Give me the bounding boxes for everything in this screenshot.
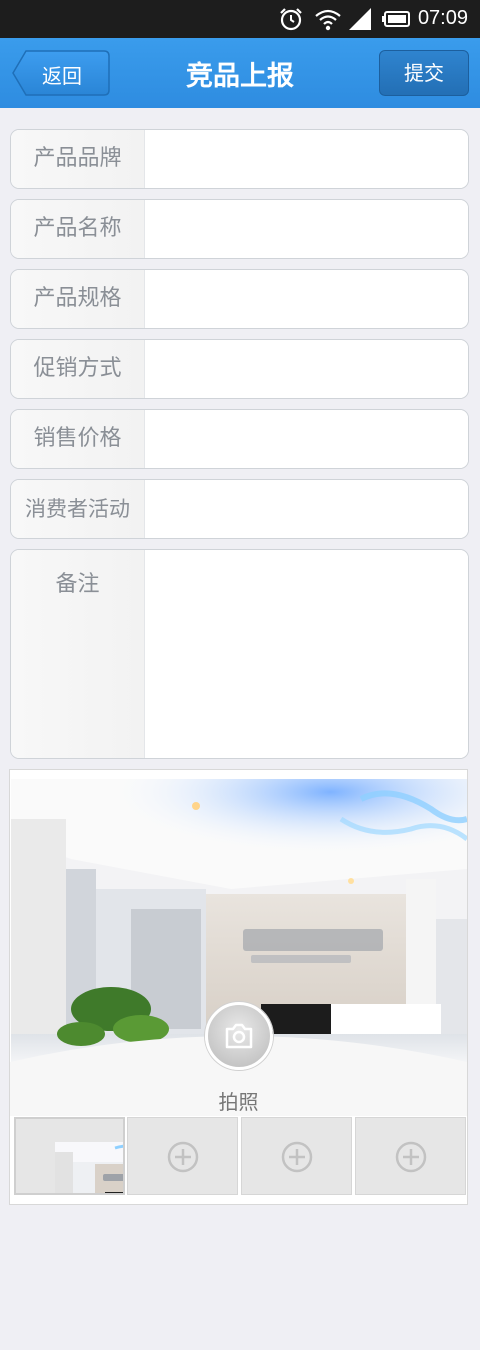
consumer-activity-input[interactable] <box>145 480 468 538</box>
photo-panel: 拍照 <box>9 769 468 1205</box>
field-promotion: 促销方式 <box>10 339 469 399</box>
wifi-icon <box>315 9 341 31</box>
price-input[interactable] <box>145 410 468 468</box>
camera-label: 拍照 <box>218 1090 259 1114</box>
field-product-spec: 产品规格 <box>10 269 469 329</box>
field-label: 产品名称 <box>11 200 145 258</box>
field-label: 产品规格 <box>11 270 145 328</box>
remark-textarea[interactable] <box>145 550 468 758</box>
camera-button[interactable] <box>205 1002 273 1070</box>
signal-icon <box>349 8 371 30</box>
field-label: 促销方式 <box>11 340 145 398</box>
add-photo-slot[interactable] <box>355 1117 466 1195</box>
field-price: 销售价格 <box>10 409 469 469</box>
promotion-input[interactable] <box>145 340 468 398</box>
photo-thumbnails <box>11 1117 467 1197</box>
field-label: 备注 <box>11 550 145 758</box>
nav-bar: 返回 竞品上报 提交 <box>0 38 480 108</box>
status-time: 07:09 <box>417 7 468 29</box>
field-label: 消费者活动 <box>11 480 145 538</box>
camera-icon <box>225 1023 253 1049</box>
product-brand-input[interactable] <box>145 130 468 188</box>
add-photo-slot[interactable] <box>127 1117 238 1195</box>
add-photo-slot[interactable] <box>241 1117 352 1195</box>
photo-thumbnail[interactable] <box>14 1117 125 1195</box>
add-icon <box>395 1141 427 1173</box>
battery-icon <box>382 11 410 27</box>
product-name-input[interactable] <box>145 200 468 258</box>
field-label: 销售价格 <box>11 410 145 468</box>
field-remark: 备注 <box>10 549 469 759</box>
field-label: 产品品牌 <box>11 130 145 188</box>
submit-button[interactable]: 提交 <box>379 50 469 96</box>
field-consumer-activity: 消费者活动 <box>10 479 469 539</box>
status-bar: 07:09 <box>0 0 480 38</box>
add-icon <box>281 1141 313 1173</box>
alarm-icon <box>280 8 302 31</box>
product-spec-input[interactable] <box>145 270 468 328</box>
field-product-brand: 产品品牌 <box>10 129 469 189</box>
field-product-name: 产品名称 <box>10 199 469 259</box>
add-icon <box>167 1141 199 1173</box>
